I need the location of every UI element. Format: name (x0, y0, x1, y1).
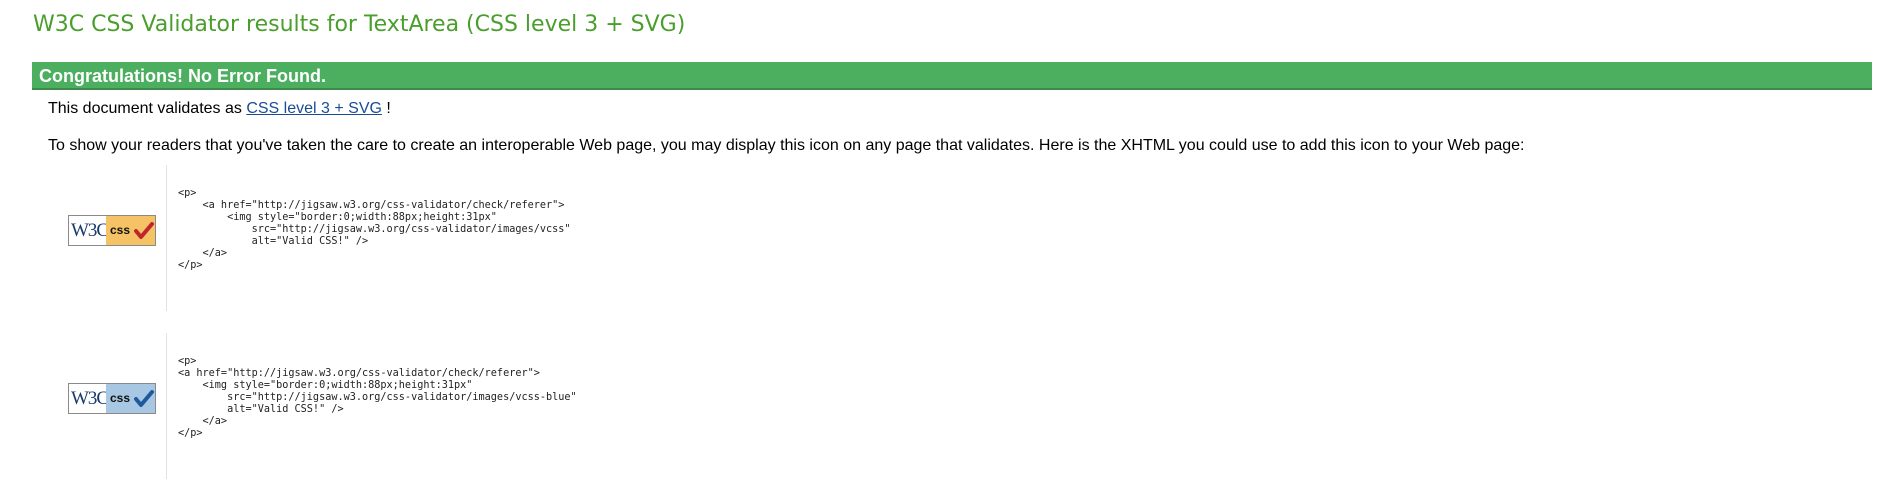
validation-statement: This document validates as CSS level 3 +… (48, 100, 391, 118)
page-title: W3C CSS Validator results for TextArea (… (33, 12, 686, 37)
badge-instructions: To show your readers that you've taken t… (48, 137, 1525, 154)
checkmark-icon (134, 390, 154, 407)
css-label-text: css (110, 223, 131, 237)
w3c-logo-text: W3C (71, 220, 109, 241)
badge-snippet-gold: W3C css <p> <a href="http://jigsaw.w3.or… (48, 165, 1248, 311)
validator-results-page: W3C CSS Validator results for TextArea (… (0, 0, 1880, 494)
validation-statement-suffix: ! (386, 100, 391, 117)
valid-css-badge-gold[interactable]: W3C css (68, 215, 156, 246)
css-label-box: css (106, 384, 155, 413)
css-profile-link[interactable]: CSS level 3 + SVG (246, 100, 382, 117)
checkmark-icon (134, 222, 154, 239)
success-banner: Congratulations! No Error Found. (32, 62, 1872, 90)
success-banner-text: Congratulations! No Error Found. (39, 66, 326, 86)
w3c-logo-text: W3C (71, 388, 109, 409)
valid-css-badge-blue[interactable]: W3C css (68, 383, 156, 414)
snippet-divider (166, 165, 167, 311)
badge-code-snippet: <p> <a href="http://jigsaw.w3.org/css-va… (178, 356, 577, 439)
badge-code-snippet: <p> <a href="http://jigsaw.w3.org/css-va… (178, 188, 571, 271)
badge-snippet-blue: W3C css <p> <a href="http://jigsaw.w3.or… (48, 333, 1248, 479)
snippet-divider (166, 333, 167, 479)
validation-statement-prefix: This document validates as (48, 100, 242, 117)
css-label-box: css (106, 216, 155, 245)
css-label-text: css (110, 391, 131, 405)
